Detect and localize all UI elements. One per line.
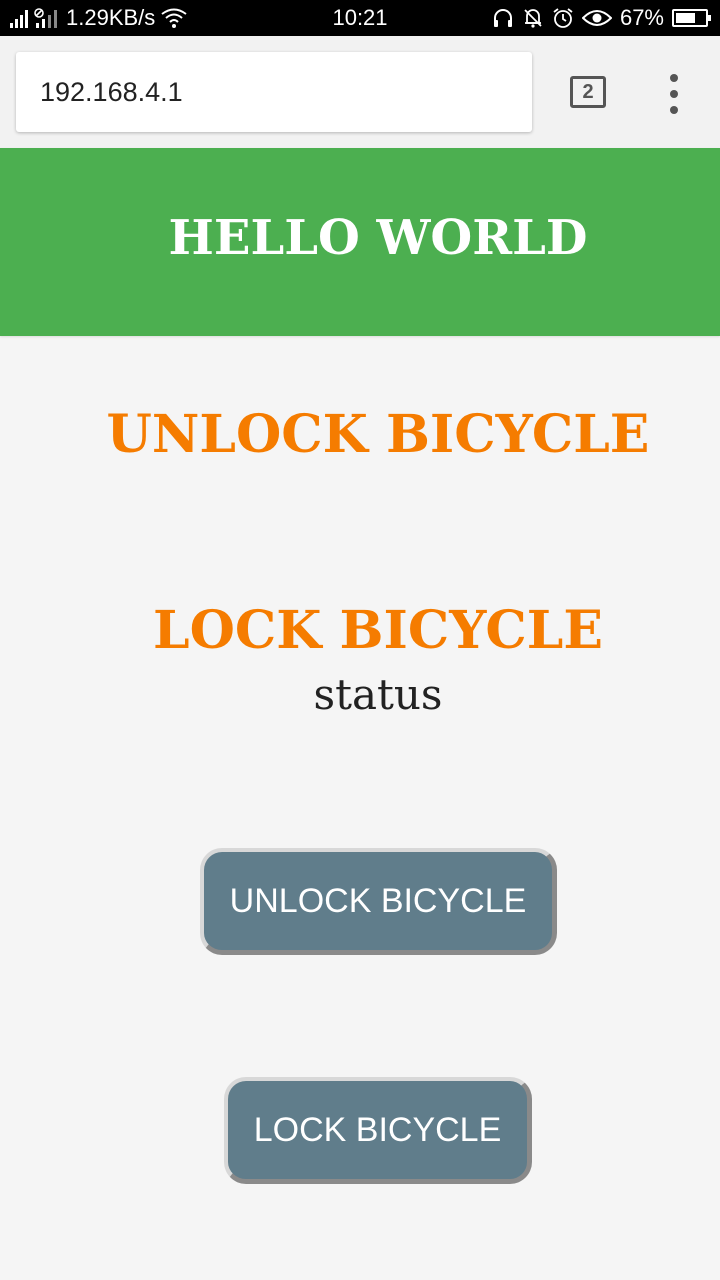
page-title: HELLO WORLD — [168, 210, 588, 266]
address-bar[interactable]: 192.168.4.1 — [16, 52, 532, 132]
status-text: status — [313, 670, 443, 719]
browser-toolbar: 192.168.4.1 2 — [0, 36, 720, 148]
lock-heading: LOCK BICYCLE — [153, 600, 603, 661]
alarm-icon — [552, 7, 574, 29]
wifi-icon — [161, 8, 187, 28]
status-bar-right: 67% — [492, 5, 711, 31]
status-bar: 1.29KB/s 10:21 67% — [0, 0, 720, 36]
battery-level — [676, 13, 695, 23]
tab-switcher-button[interactable]: 2 — [570, 76, 606, 108]
network-speed: 1.29KB/s — [66, 5, 156, 30]
signal-icon — [10, 8, 28, 28]
eye-icon — [581, 8, 612, 28]
battery-percent: 67% — [619, 5, 664, 30]
page-header: HELLO WORLD — [0, 148, 720, 336]
signal-icon — [34, 8, 60, 28]
notifications-off-icon — [522, 7, 544, 29]
status-bar-left: 1.29KB/s — [10, 5, 187, 31]
headphones-icon — [492, 8, 514, 28]
more-vert-icon[interactable] — [664, 74, 684, 114]
unlock-bicycle-button[interactable]: UNLOCK BICYCLE — [200, 848, 557, 955]
unlock-heading: UNLOCK BICYCLE — [106, 404, 650, 465]
battery-icon — [672, 9, 711, 27]
lock-bicycle-button[interactable]: LOCK BICYCLE — [224, 1077, 532, 1184]
